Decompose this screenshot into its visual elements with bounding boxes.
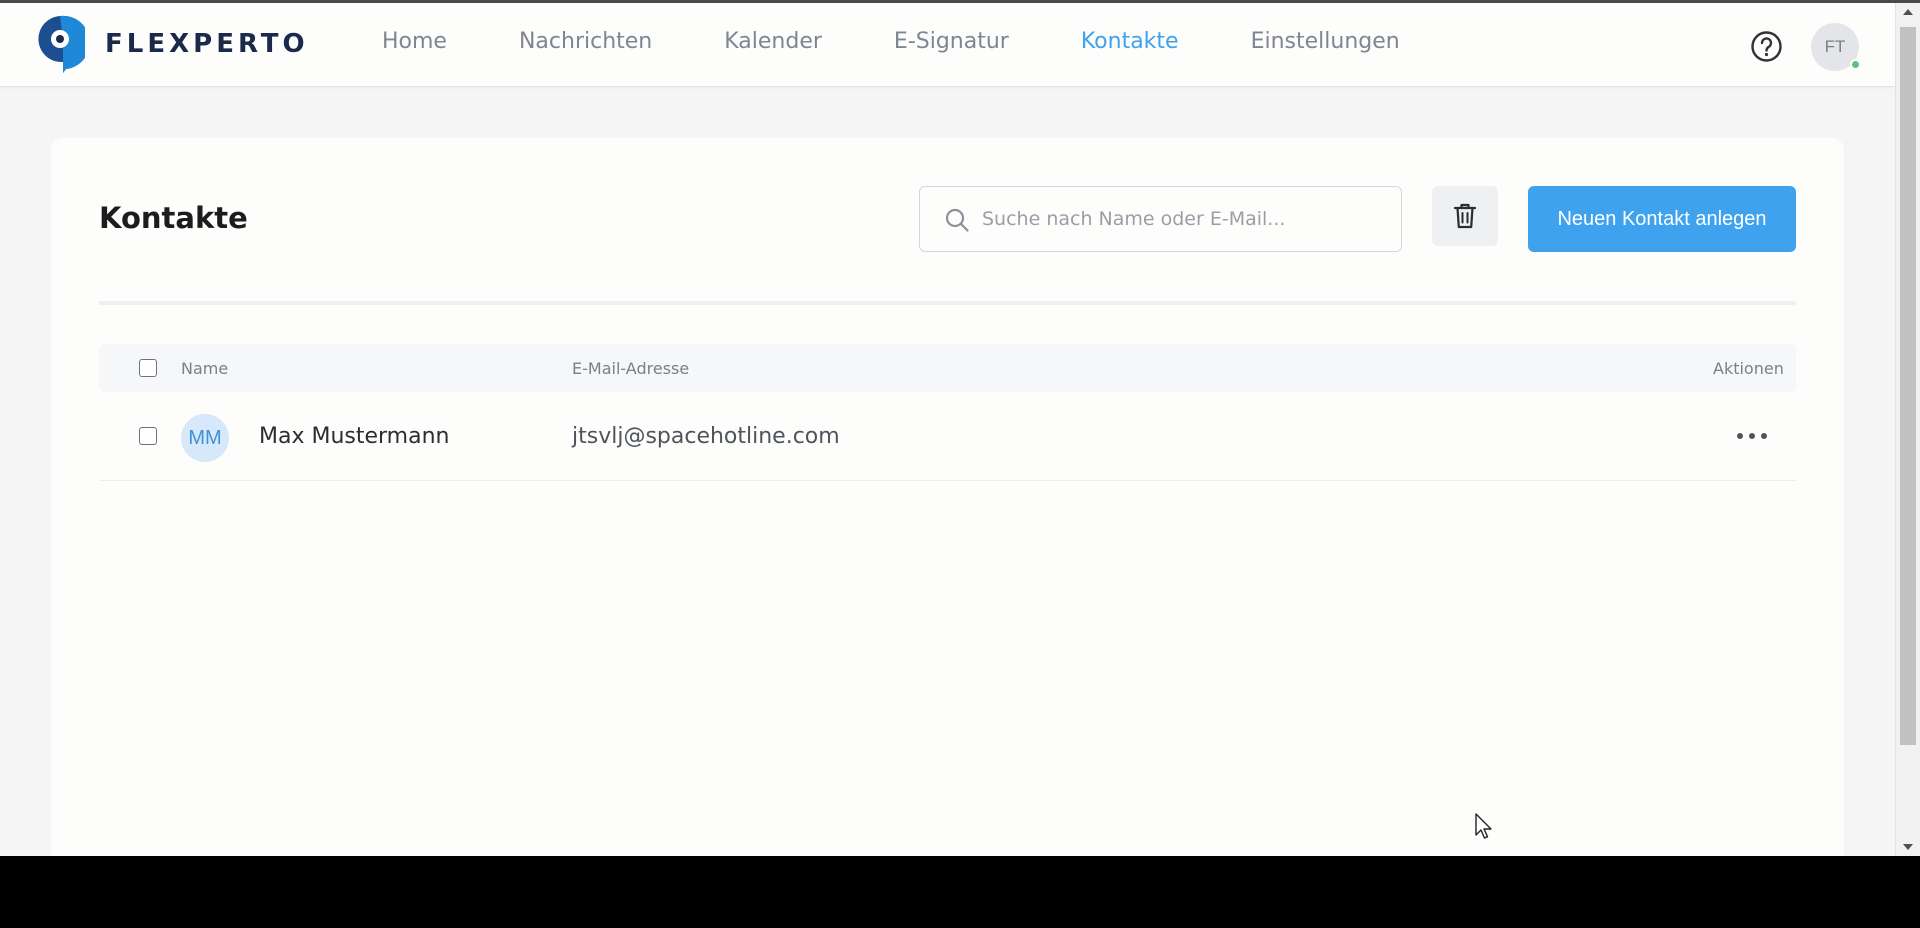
browser-viewport: FLEXPERTO Home Nachrichten Kalender E-Si…: [0, 0, 1920, 856]
contact-name[interactable]: Max Mustermann: [259, 424, 449, 449]
column-header-actions: Aktionen: [1713, 359, 1784, 378]
search-icon: [945, 208, 969, 232]
dot: [1761, 433, 1767, 439]
nav-item-nachrichten[interactable]: Nachrichten: [519, 29, 652, 54]
nav-item-kalender[interactable]: Kalender: [724, 29, 822, 54]
question-circle-icon: [1751, 31, 1782, 62]
nav-item-einstellungen[interactable]: Einstellungen: [1251, 29, 1400, 54]
search-box[interactable]: [919, 186, 1402, 252]
table-header: Name E-Mail-Adresse Aktionen: [99, 344, 1796, 392]
main-nav: Home Nachrichten Kalender E-Signatur Kon…: [382, 29, 1472, 54]
select-all-checkbox[interactable]: [139, 359, 157, 377]
scroll-down-arrow-icon[interactable]: [1903, 844, 1913, 850]
new-contact-button[interactable]: Neuen Kontakt anlegen: [1528, 186, 1796, 252]
nav-item-e-signatur[interactable]: E-Signatur: [894, 29, 1009, 54]
delete-button[interactable]: [1432, 186, 1498, 246]
section-divider: [99, 301, 1796, 305]
page-title: Kontakte: [99, 201, 248, 235]
search-input[interactable]: [982, 187, 1392, 251]
page-scrollbar[interactable]: [1895, 3, 1920, 856]
scroll-thumb[interactable]: [1900, 27, 1916, 745]
table-row[interactable]: MM Max Mustermann jtsvlj@spacehotline.co…: [99, 392, 1796, 481]
help-button[interactable]: [1750, 30, 1783, 63]
contacts-card: Kontakte Neuen Kontakt anlegen Name E-Ma…: [51, 138, 1844, 856]
more-horizontal-icon[interactable]: [1737, 426, 1767, 446]
online-status-indicator: [1850, 59, 1861, 70]
flexperto-logo-icon: [38, 15, 85, 73]
row-checkbox[interactable]: [139, 427, 157, 445]
column-header-email[interactable]: E-Mail-Adresse: [572, 359, 689, 378]
top-header: FLEXPERTO Home Nachrichten Kalender E-Si…: [0, 3, 1895, 87]
nav-item-kontakte[interactable]: Kontakte: [1081, 29, 1179, 54]
taskbar-area: [0, 856, 1920, 928]
mouse-cursor-icon: [1475, 813, 1492, 839]
nav-item-home[interactable]: Home: [382, 29, 447, 54]
dot: [1737, 433, 1743, 439]
scroll-up-arrow-icon[interactable]: [1903, 9, 1913, 15]
dot: [1749, 433, 1755, 439]
brand-name: FLEXPERTO: [105, 29, 309, 59]
trash-icon: [1453, 203, 1477, 229]
contact-email: jtsvlj@spacehotline.com: [572, 424, 840, 449]
contact-avatar: MM: [181, 414, 229, 462]
column-header-name[interactable]: Name: [181, 359, 228, 378]
brand-logo[interactable]: FLEXPERTO: [35, 14, 309, 74]
